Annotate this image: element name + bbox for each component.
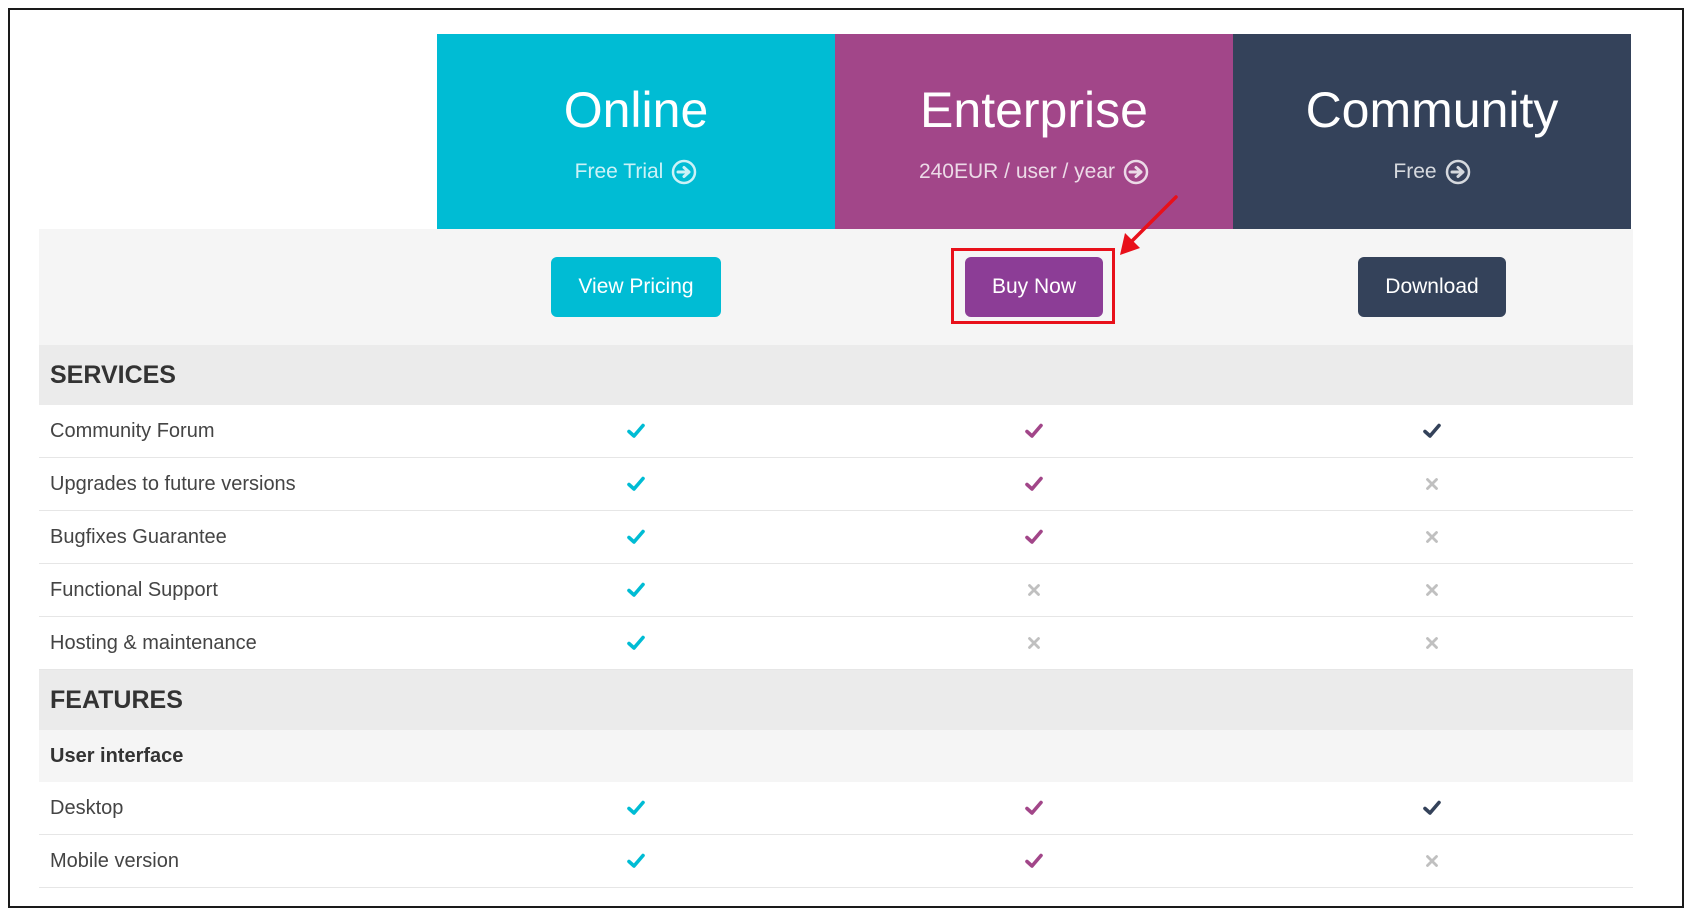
check-icon xyxy=(1025,529,1043,544)
feature-label: Upgrades to future versions xyxy=(50,473,296,495)
plan-title-community: Community xyxy=(1305,82,1559,138)
plan-subtitle-enterprise: 240EUR / user / year xyxy=(918,160,1116,183)
feature-row: Community Forum xyxy=(39,405,1633,458)
check-icon xyxy=(1025,476,1043,491)
check-icon xyxy=(627,423,645,438)
feature-cell xyxy=(437,564,835,616)
plan-button-row: View Pricing Buy Now Download xyxy=(39,229,1633,345)
feature-cell xyxy=(437,782,835,834)
cross-icon xyxy=(1028,637,1040,649)
feature-cell xyxy=(835,458,1233,510)
cross-icon xyxy=(1426,584,1438,596)
feature-label: Community Forum xyxy=(50,420,215,442)
check-icon xyxy=(1423,800,1441,815)
feature-cell xyxy=(1233,617,1631,669)
feature-cell xyxy=(1233,835,1631,887)
cross-icon xyxy=(1028,584,1040,596)
feature-row: Desktop xyxy=(39,782,1633,835)
feature-cell xyxy=(835,835,1233,887)
community-free-link[interactable]: Free xyxy=(1393,159,1470,185)
feature-cell xyxy=(835,782,1233,834)
cross-icon xyxy=(1426,531,1438,543)
download-button[interactable]: Download xyxy=(1358,257,1506,317)
feature-cell xyxy=(437,458,835,510)
circle-arrow-right-icon[interactable] xyxy=(1445,159,1471,185)
free-trial-link[interactable]: Free Trial xyxy=(575,159,698,185)
section-header-features: FEATURES xyxy=(39,670,1633,730)
check-icon xyxy=(627,529,645,544)
plan-subtitle-community: Free xyxy=(1393,160,1437,183)
feature-cell xyxy=(1233,564,1631,616)
check-icon xyxy=(627,800,645,815)
check-icon xyxy=(627,853,645,868)
section-header-services: SERVICES xyxy=(39,345,1633,405)
feature-cell xyxy=(437,617,835,669)
feature-label: Hosting & maintenance xyxy=(50,632,257,654)
check-icon xyxy=(627,476,645,491)
check-icon xyxy=(1423,423,1441,438)
features-rows: Desktop Mobile version xyxy=(39,782,1633,888)
plan-header-community: Community Free xyxy=(1233,34,1631,229)
check-icon xyxy=(1025,853,1043,868)
plan-subtitle-online: Free Trial xyxy=(574,160,664,183)
feature-cell xyxy=(437,835,835,887)
feature-cell xyxy=(437,511,835,563)
check-icon xyxy=(627,635,645,650)
pricing-table: Online Free Trial Enterprise 240EUR / us… xyxy=(39,34,1633,888)
plan-title-enterprise: Enterprise xyxy=(920,82,1148,138)
plan-header-enterprise: Enterprise 240EUR / user / year xyxy=(835,34,1233,229)
cross-icon xyxy=(1426,637,1438,649)
plan-title-online: Online xyxy=(563,82,709,138)
view-pricing-button[interactable]: View Pricing xyxy=(551,257,721,317)
feature-cell xyxy=(835,617,1233,669)
plan-header-online: Online Free Trial xyxy=(437,34,835,229)
plan-header-row: Online Free Trial Enterprise 240EUR / us… xyxy=(39,34,1633,229)
buy-now-button[interactable]: Buy Now xyxy=(965,257,1103,317)
check-icon xyxy=(1025,800,1043,815)
feature-label: Functional Support xyxy=(50,579,218,601)
feature-group-user-interface: User interface xyxy=(39,730,1633,782)
enterprise-price-link[interactable]: 240EUR / user / year xyxy=(919,159,1149,185)
feature-label: Mobile version xyxy=(50,850,179,872)
feature-cell xyxy=(1233,511,1631,563)
feature-cell xyxy=(1233,458,1631,510)
feature-cell xyxy=(437,405,835,457)
feature-label: Bugfixes Guarantee xyxy=(50,526,227,548)
cross-icon xyxy=(1426,478,1438,490)
feature-cell xyxy=(1233,405,1631,457)
feature-row: Mobile version xyxy=(39,835,1633,888)
check-icon xyxy=(1025,423,1043,438)
circle-arrow-right-icon[interactable] xyxy=(671,159,697,185)
feature-row: Bugfixes Guarantee xyxy=(39,511,1633,564)
feature-cell xyxy=(835,405,1233,457)
feature-cell xyxy=(835,511,1233,563)
feature-row: Upgrades to future versions xyxy=(39,458,1633,511)
feature-label: Desktop xyxy=(50,797,124,819)
cross-icon xyxy=(1426,855,1438,867)
circle-arrow-right-icon[interactable] xyxy=(1123,159,1149,185)
services-rows: Community Forum Upgrades to future versio… xyxy=(39,405,1633,670)
feature-row: Functional Support xyxy=(39,564,1633,617)
feature-cell xyxy=(1233,782,1631,834)
check-icon xyxy=(627,582,645,597)
feature-cell xyxy=(835,564,1233,616)
feature-row: Hosting & maintenance xyxy=(39,617,1633,670)
